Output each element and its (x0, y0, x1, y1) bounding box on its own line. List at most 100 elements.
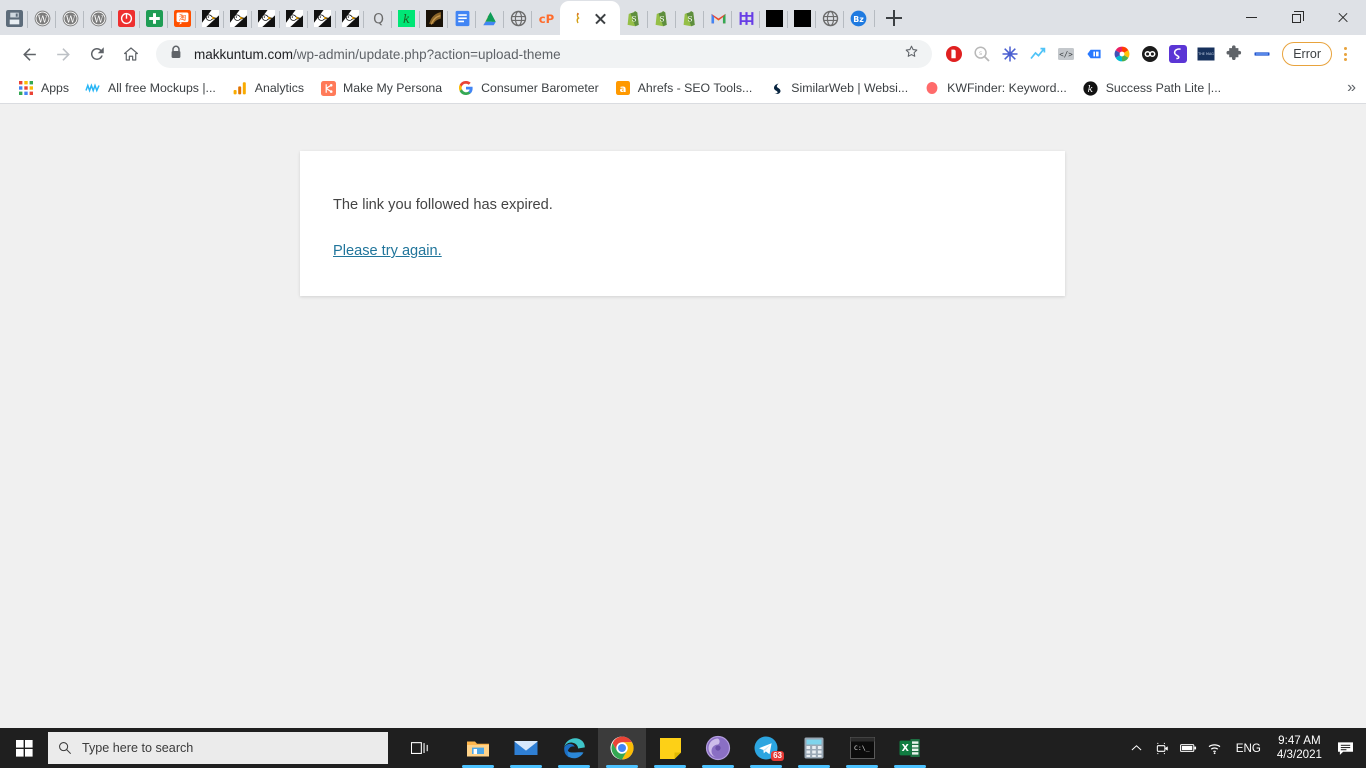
tab-eagle-2[interactable] (224, 2, 252, 35)
tab-save-icon[interactable] (0, 2, 28, 35)
colorpicker-extension-icon[interactable] (1108, 40, 1136, 68)
reload-button[interactable] (82, 39, 112, 69)
back-button[interactable] (14, 39, 44, 69)
bookmark-similarweb[interactable]: SimilarWeb | Websi... (760, 77, 916, 99)
tab-black-1[interactable] (760, 2, 788, 35)
bookmark-ahrefs[interactable]: a Ahrefs - SEO Tools... (607, 77, 761, 99)
tab-shopify-2[interactable]: S (648, 2, 676, 35)
tab-plus-green[interactable] (140, 2, 168, 35)
new-tab-button[interactable] (872, 1, 916, 35)
tab-eagle-6[interactable] (336, 2, 364, 35)
notifications-button[interactable] (1330, 728, 1360, 768)
error-badge[interactable]: Error (1282, 42, 1332, 66)
tab-bitly[interactable] (112, 2, 140, 35)
tab-bz[interactable]: Bz (844, 2, 872, 35)
bookmark-apps[interactable]: Apps (10, 77, 77, 99)
bookmark-consumer-barometer[interactable]: Consumer Barometer (450, 77, 607, 99)
dash-extension-icon[interactable] (1248, 40, 1276, 68)
taskbar-excel[interactable]: X (886, 728, 934, 768)
bookmark-all-free-mockups[interactable]: All free Mockups |... (77, 77, 224, 99)
trend-arrow-extension-icon[interactable] (1024, 40, 1052, 68)
battery-tray-button[interactable] (1176, 728, 1202, 768)
task-view-button[interactable] (396, 728, 444, 768)
clock-date: 4/3/2021 (1276, 748, 1322, 761)
tab-gmail[interactable] (704, 2, 732, 35)
tab-quora[interactable]: Q (364, 2, 392, 35)
search-magnifier-icon (59, 742, 72, 755)
svg-text:k: k (1088, 85, 1093, 95)
taskbar-mail[interactable] (502, 728, 550, 768)
clock-time: 9:47 AM (1278, 734, 1321, 747)
restore-icon (1291, 11, 1304, 23)
search-magnifier-extension-icon[interactable]: s (968, 40, 996, 68)
tab-globe[interactable] (504, 2, 532, 35)
tab-google-docs[interactable] (448, 2, 476, 35)
taskbar-search-box[interactable]: Type here to search (48, 732, 388, 764)
code-extension-icon[interactable]: </> (1052, 40, 1080, 68)
home-button[interactable] (116, 39, 146, 69)
minimize-button[interactable] (1228, 0, 1274, 35)
tab-google-drive[interactable] (476, 2, 504, 35)
tray-overflow-button[interactable] (1124, 728, 1150, 768)
network-tray-button[interactable] (1202, 728, 1228, 768)
tab-brown[interactable] (420, 2, 448, 35)
try-again-link[interactable]: Please try again. (333, 243, 442, 259)
tab-eagle-3[interactable] (252, 2, 280, 35)
active-tab-close-icon[interactable] (594, 12, 607, 25)
taskbar-edge[interactable] (550, 728, 598, 768)
tab-list-left: W W W 淘 Qk cP (0, 0, 560, 35)
bookmark-success-path-lite[interactable]: k Success Path Lite |... (1075, 77, 1229, 99)
bookmark-analytics[interactable]: Analytics (224, 77, 312, 99)
tab-shopify-3[interactable]: S (676, 2, 704, 35)
shopify-icon: S (682, 10, 699, 27)
snowflake-extension-icon[interactable] (996, 40, 1024, 68)
tab-black-2[interactable] (788, 2, 816, 35)
eagle-icon (313, 10, 331, 27)
navy-extension-icon[interactable]: THE MAG (1192, 40, 1220, 68)
bookmark-kwfinder[interactable]: KWFinder: Keyword... (916, 77, 1075, 99)
tag-extension-icon[interactable] (1080, 40, 1108, 68)
home-icon (124, 47, 138, 61)
tab-eagle-4[interactable] (280, 2, 308, 35)
tab-wordpress-1[interactable]: W (28, 2, 56, 35)
taskbar-clock[interactable]: 9:47 AM 4/3/2021 (1269, 728, 1330, 768)
tab-taobao[interactable]: 淘 (168, 2, 196, 35)
forward-button[interactable] (48, 39, 78, 69)
maximize-button[interactable] (1274, 0, 1320, 35)
tab-eagle-1[interactable] (196, 2, 224, 35)
bookmarks-overflow-icon[interactable]: » (1347, 80, 1356, 96)
tab-wordpress-2[interactable]: W (56, 2, 84, 35)
tab-cpanel[interactable]: cP (532, 2, 560, 35)
tab-eagle-5[interactable] (308, 2, 336, 35)
close-window-button[interactable] (1320, 0, 1366, 35)
tab-shopify-1[interactable]: S (620, 2, 648, 35)
link-extension-icon[interactable] (1136, 40, 1164, 68)
language-indicator[interactable]: ENG (1228, 742, 1269, 755)
active-tab[interactable] (560, 1, 620, 35)
taskbar-bittorrent[interactable] (694, 728, 742, 768)
kwfinder-icon (924, 80, 940, 96)
start-button[interactable] (0, 728, 48, 768)
bookmark-label: SimilarWeb | Websi... (791, 81, 909, 95)
chrome-menu-button[interactable] (1332, 40, 1358, 68)
address-bar[interactable]: makkuntum.com/wp-admin/update.php?action… (156, 40, 933, 68)
taskbar-telegram[interactable]: 63 (742, 728, 790, 768)
puzzle-extensions-icon[interactable] (1220, 40, 1248, 68)
eagle-icon (341, 10, 359, 27)
wordpress-icon: W (62, 10, 79, 27)
svg-text:W: W (37, 14, 47, 25)
taskbar-sticky-notes[interactable] (646, 728, 694, 768)
bookmark-star-icon[interactable] (903, 43, 920, 65)
taskbar-calculator[interactable] (790, 728, 838, 768)
tab-globe-2[interactable] (816, 2, 844, 35)
tab-green-k[interactable]: k (392, 2, 420, 35)
camera-tray-button[interactable] (1150, 728, 1176, 768)
tab-hostinger[interactable] (732, 2, 760, 35)
stack-extension-icon[interactable] (1164, 40, 1192, 68)
bookmark-make-my-persona[interactable]: Make My Persona (312, 77, 450, 99)
taskbar-file-explorer[interactable] (454, 728, 502, 768)
tab-wordpress-3[interactable]: W (84, 2, 112, 35)
taskbar-chrome[interactable] (598, 728, 646, 768)
taskbar-command-prompt[interactable]: C:\_ (838, 728, 886, 768)
adblock-extension-icon[interactable] (940, 40, 968, 68)
